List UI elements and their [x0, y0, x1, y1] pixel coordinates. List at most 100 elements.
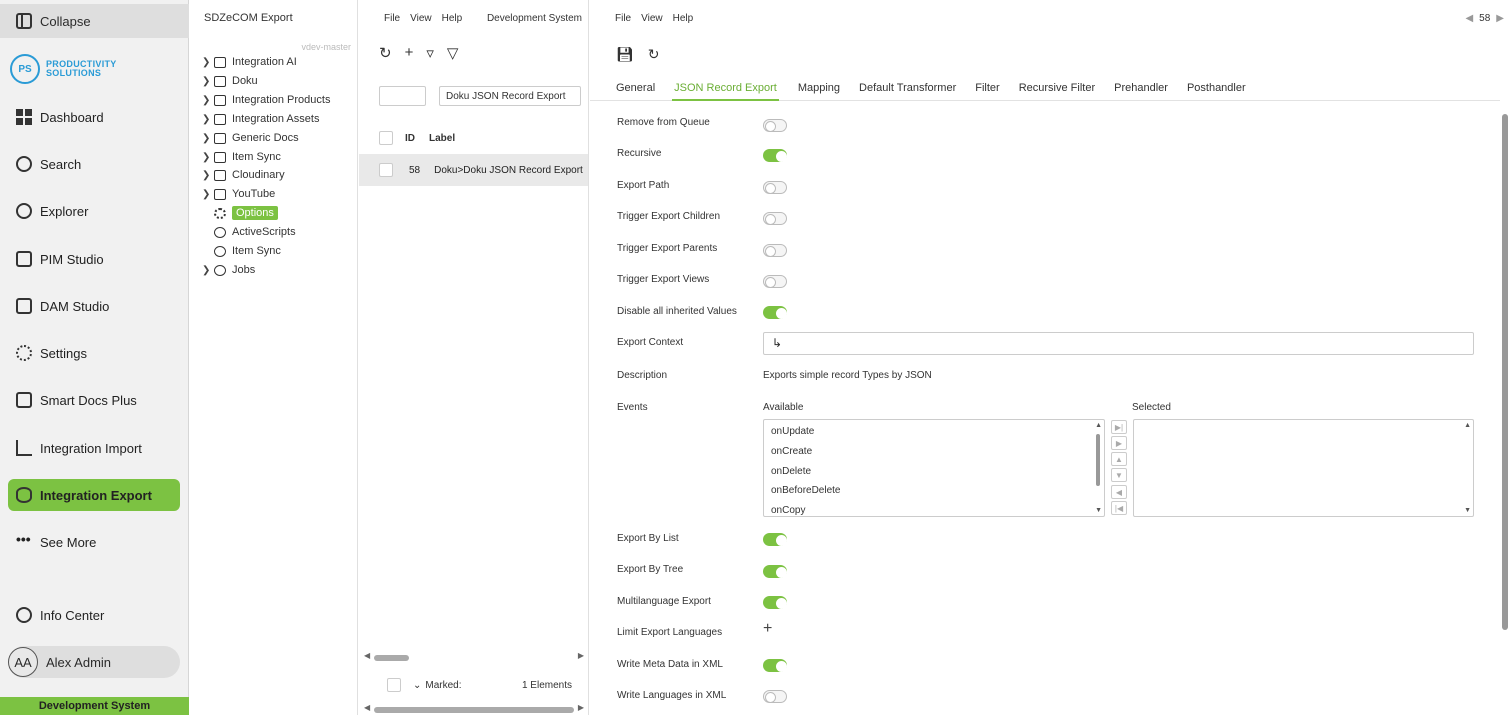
remove-from-queue-toggle[interactable] — [763, 119, 787, 132]
write-meta-toggle[interactable] — [763, 659, 787, 672]
selected-events-list[interactable]: ▲ ▼ — [1133, 419, 1474, 517]
move-all-right-icon[interactable]: ▶| — [1111, 420, 1127, 434]
tab-prehandler[interactable]: Prehandler — [1114, 76, 1168, 101]
row-checkbox[interactable] — [379, 163, 393, 177]
revert-icon[interactable]: ↻ — [648, 46, 660, 63]
move-all-left-icon[interactable]: |◀ — [1111, 501, 1127, 515]
filter-icon[interactable]: ▽ — [447, 44, 459, 62]
table-row[interactable]: 58 Doku>Doku JSON Record Export — [359, 154, 588, 186]
list-item[interactable]: onCreate — [764, 442, 1104, 462]
nav-see-more[interactable]: ••• See More — [8, 526, 180, 558]
export-by-list-toggle[interactable] — [763, 533, 787, 546]
multilanguage-toggle[interactable] — [763, 596, 787, 609]
tab-general[interactable]: General — [616, 76, 655, 101]
prev-record-icon[interactable]: ◀ — [1465, 13, 1473, 24]
list-item[interactable]: onCopy — [764, 501, 1104, 521]
chevron-right-icon[interactable]: ❯ — [202, 95, 212, 106]
tab-default-transformer[interactable]: Default Transformer — [859, 76, 956, 101]
save-icon[interactable]: 💾︎ — [616, 46, 634, 63]
id-filter-input[interactable] — [379, 86, 426, 106]
tree-node-options[interactable]: Options — [202, 204, 278, 222]
move-right-icon[interactable]: ▶ — [1111, 436, 1127, 450]
scroll-down-icon[interactable]: ▼ — [1464, 507, 1471, 514]
collapse-button[interactable]: Collapse — [0, 4, 189, 38]
disable-inherited-toggle[interactable] — [763, 306, 787, 319]
refresh-icon[interactable]: ↻ — [379, 44, 392, 62]
nav-smart-docs[interactable]: Smart Docs Plus — [8, 384, 180, 416]
export-context-input[interactable]: ↳ — [763, 332, 1474, 355]
tab-recursive-filter[interactable]: Recursive Filter — [1019, 76, 1095, 101]
tree-node[interactable]: ActiveScripts — [202, 223, 296, 241]
menu-view[interactable]: View — [641, 13, 663, 24]
tree-node[interactable]: ❯ Integration Assets — [202, 110, 319, 128]
tab-mapping[interactable]: Mapping — [798, 76, 840, 101]
tree-node[interactable]: ❯ Integration AI — [202, 53, 297, 71]
export-by-tree-toggle[interactable] — [763, 565, 787, 578]
add-icon[interactable]: + — [405, 44, 414, 62]
bottom-scrollbar[interactable]: ◀ ▶ — [364, 703, 584, 714]
menu-help[interactable]: Help — [442, 13, 463, 24]
user-menu[interactable]: AA Alex Admin — [8, 646, 180, 678]
list-item[interactable]: onBeforeDelete — [764, 481, 1104, 501]
col-id[interactable]: ID — [405, 133, 415, 144]
scroll-left-icon[interactable]: ◀ — [364, 651, 370, 660]
next-record-icon[interactable]: ▶ — [1496, 13, 1504, 24]
tree-node[interactable]: ❯ Cloudinary — [202, 166, 285, 184]
label-filter-input[interactable]: Doku JSON Record Export — [439, 86, 581, 106]
menu-view[interactable]: View — [410, 13, 432, 24]
move-down-icon[interactable]: ▼ — [1111, 468, 1127, 482]
tree-node[interactable]: ❯ Doku — [202, 72, 258, 90]
tree-node[interactable]: ❯ YouTube — [202, 185, 275, 203]
scroll-left-icon[interactable]: ◀ — [364, 703, 370, 712]
chevron-right-icon[interactable]: ❯ — [202, 265, 212, 276]
chevron-right-icon[interactable]: ❯ — [202, 152, 212, 163]
chevron-right-icon[interactable]: ❯ — [202, 189, 212, 200]
nav-info-center[interactable]: Info Center — [8, 599, 180, 631]
tab-filter[interactable]: Filter — [975, 76, 999, 101]
scroll-right-icon[interactable]: ▶ — [578, 651, 584, 660]
marked-checkbox[interactable] — [387, 678, 401, 692]
move-up-icon[interactable]: ▲ — [1111, 452, 1127, 466]
nav-search[interactable]: Search — [8, 148, 180, 180]
chevron-right-icon[interactable]: ❯ — [202, 114, 212, 125]
scrollbar-thumb[interactable] — [374, 655, 409, 661]
select-all-checkbox[interactable] — [379, 131, 393, 145]
nav-explorer[interactable]: Explorer — [8, 195, 180, 227]
trigger-parents-toggle[interactable] — [763, 244, 787, 257]
available-events-list[interactable]: onUpdate onCreate onDelete onBeforeDelet… — [763, 419, 1105, 517]
nav-dashboard[interactable]: Dashboard — [8, 101, 180, 133]
col-label[interactable]: Label — [429, 133, 455, 144]
add-language-icon[interactable]: + — [763, 620, 772, 638]
list-item[interactable]: onDelete — [764, 461, 1104, 481]
chevron-right-icon[interactable]: ❯ — [202, 57, 212, 68]
list-item[interactable]: onUpdate — [764, 422, 1104, 442]
scroll-right-icon[interactable]: ▶ — [578, 703, 584, 712]
menu-file[interactable]: File — [615, 13, 631, 24]
scroll-up-icon[interactable]: ▲ — [1095, 422, 1102, 429]
horizontal-scrollbar[interactable]: ◀ ▶ — [364, 651, 584, 662]
trigger-views-toggle[interactable] — [763, 275, 787, 288]
chevron-right-icon[interactable]: ❯ — [202, 133, 212, 144]
scrollbar-thumb[interactable] — [374, 707, 574, 713]
tab-json-record-export[interactable]: JSON Record Export — [672, 76, 779, 101]
list-scrollbar[interactable]: ▲ ▼ — [1463, 422, 1471, 514]
nav-integration-export[interactable]: Integration Export — [8, 479, 180, 511]
tab-posthandler[interactable]: Posthandler — [1187, 76, 1246, 101]
nav-settings[interactable]: Settings — [8, 337, 180, 369]
tree-node[interactable]: Item Sync — [202, 242, 281, 260]
write-languages-toggle[interactable] — [763, 690, 787, 703]
move-left-icon[interactable]: ◀ — [1111, 485, 1127, 499]
nav-dam-studio[interactable]: DAM Studio — [8, 290, 180, 322]
tree-node[interactable]: ❯ Item Sync — [202, 148, 281, 166]
recursive-toggle[interactable] — [763, 149, 787, 162]
nav-pim-studio[interactable]: PIM Studio — [8, 243, 180, 275]
chevron-right-icon[interactable]: ❯ — [202, 76, 212, 87]
clear-filter-icon[interactable]: ▿ — [426, 44, 434, 62]
tree-node[interactable]: ❯ Integration Products — [202, 91, 330, 109]
scrollbar-thumb[interactable] — [1502, 114, 1508, 630]
menu-file[interactable]: File — [384, 13, 400, 24]
export-path-toggle[interactable] — [763, 181, 787, 194]
tree-node[interactable]: ❯ Jobs — [202, 261, 255, 279]
nav-integration-import[interactable]: Integration Import — [8, 432, 180, 464]
scroll-down-icon[interactable]: ▼ — [1095, 507, 1102, 514]
